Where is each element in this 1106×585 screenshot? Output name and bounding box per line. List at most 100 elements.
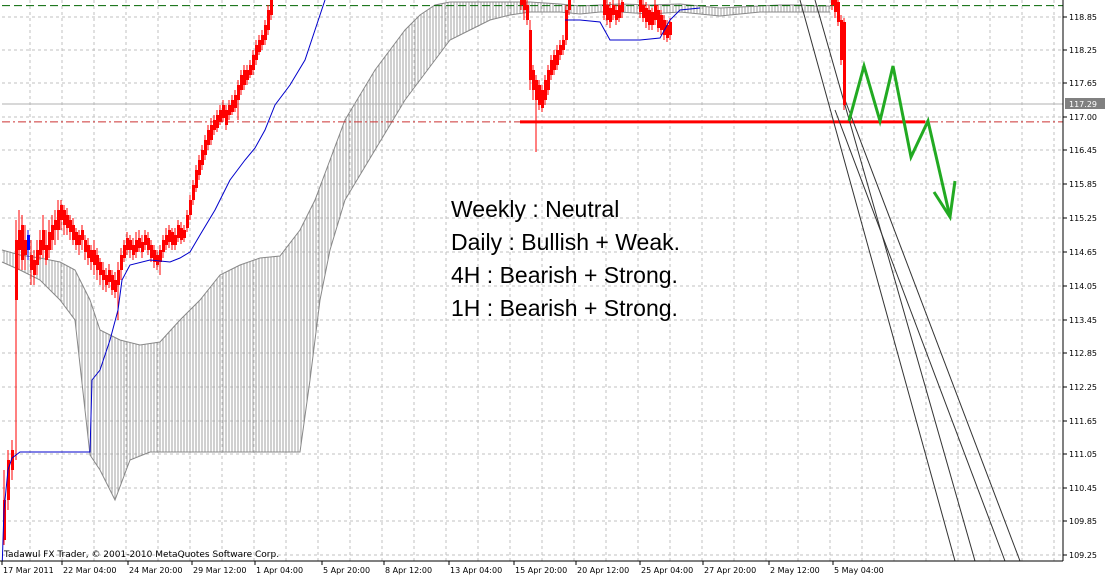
annotation-line: 1H : Bearish + Strong.: [451, 295, 678, 321]
candle-body: [117, 270, 120, 285]
x-tick-label: 15 Apr 20:00: [515, 566, 567, 575]
candle-body: [48, 232, 51, 250]
candle-body: [168, 230, 171, 242]
candle-body: [30, 255, 33, 270]
candle-body: [33, 260, 36, 275]
candle-body: [24, 240, 27, 255]
candle-body: [252, 55, 255, 70]
candle-body: [532, 70, 535, 90]
candle-body: [63, 210, 66, 225]
candle-body: [669, 22, 672, 35]
candle-body: [177, 225, 180, 238]
y-tick-label: 111.05: [1069, 450, 1097, 459]
candle-body: [36, 250, 39, 265]
candle-body: [216, 115, 219, 128]
y-tick-label: 109.85: [1069, 517, 1097, 526]
y-tick-label: 117.00: [1069, 113, 1097, 122]
candle-body: [246, 70, 249, 80]
candle-body: [550, 60, 553, 75]
candle-body: [165, 235, 168, 245]
candle-body: [523, 0, 526, 10]
candle-body: [535, 80, 538, 100]
annotation-line: Weekly : Neutral: [451, 196, 619, 222]
candle-body: [222, 105, 225, 118]
candle-body: [837, 2, 840, 22]
candle-body: [621, 2, 624, 12]
candle-body: [556, 50, 559, 65]
candle-body: [249, 65, 252, 75]
y-tick-label: 114.65: [1069, 248, 1097, 257]
candle-body: [204, 140, 207, 155]
candle-body: [210, 125, 213, 140]
candle-body: [189, 200, 192, 215]
candle-body: [639, 0, 642, 12]
candle-body: [138, 238, 141, 248]
candle-body: [615, 10, 618, 20]
candle-body: [225, 110, 228, 125]
candle-body: [99, 262, 102, 275]
candle-body: [544, 80, 547, 100]
candle-body: [45, 245, 48, 260]
candle-body: [258, 40, 261, 52]
candle-body: [243, 70, 246, 85]
candle-body: [27, 235, 30, 250]
candle-body: [843, 22, 846, 105]
candle-body: [198, 160, 201, 175]
candle-body: [162, 240, 165, 252]
x-tick-label: 2 May 12:00: [770, 566, 820, 575]
candle-body: [42, 230, 45, 250]
x-tick-label: 5 Apr 20:00: [323, 566, 370, 575]
candle-body: [520, 0, 523, 5]
candle-body: [840, 20, 843, 60]
x-tick-label: 17 Mar 2011: [3, 566, 54, 575]
candle-body: [54, 220, 57, 230]
candle-body: [90, 250, 93, 262]
candle-body: [559, 45, 562, 55]
x-tick-label: 29 Mar 12:00: [193, 566, 246, 575]
y-tick-label: 115.85: [1069, 180, 1097, 189]
candle-body: [642, 5, 645, 18]
x-tick-label: 8 Apr 12:00: [385, 566, 432, 575]
candle-body: [609, 8, 612, 22]
candle-body: [234, 95, 237, 108]
candle-body: [267, 10, 270, 30]
candle-body: [553, 55, 556, 70]
annotation-line: Daily : Bullish + Weak.: [451, 229, 680, 255]
x-tick-label: 27 Apr 20:00: [704, 566, 756, 575]
candle-body: [126, 238, 129, 250]
candle-body: [81, 230, 84, 240]
candle-body: [78, 235, 81, 245]
x-tick-label: 24 Mar 20:00: [129, 566, 182, 575]
candle-body: [123, 245, 126, 258]
candle-body: [108, 270, 111, 282]
candle-body: [69, 220, 72, 232]
candle-body: [255, 45, 258, 60]
candle-body: [96, 255, 99, 270]
y-tick-label: 118.25: [1069, 46, 1097, 55]
y-tick-label: 111.65: [1069, 417, 1097, 426]
candle-body: [102, 270, 105, 280]
candle-body: [66, 215, 69, 228]
candle-body: [60, 205, 63, 220]
candle-body: [195, 170, 198, 188]
candle-body: [240, 75, 243, 90]
candle-body: [129, 240, 132, 250]
y-tick-label: 112.85: [1069, 349, 1097, 358]
candle-body: [538, 85, 541, 105]
candle-body: [39, 240, 42, 255]
candle-body: [612, 5, 615, 15]
candle-body: [270, 0, 273, 15]
y-tick-label: 118.85: [1069, 13, 1097, 22]
annotation-line: 4H : Bearish + Strong.: [451, 262, 678, 288]
candle-body: [147, 238, 150, 250]
candle-body: [84, 240, 87, 252]
candle-body: [132, 245, 135, 255]
candle-body: [51, 225, 54, 240]
candle-body: [150, 245, 153, 258]
y-tick-label: 115.25: [1069, 214, 1097, 223]
x-tick-label: 1 Apr 04:00: [256, 566, 303, 575]
x-tick-label: 20 Apr 12:00: [577, 566, 629, 575]
candle-body: [57, 210, 60, 230]
candle-body: [231, 100, 234, 112]
x-tick-label: 25 Apr 04:00: [641, 566, 693, 575]
